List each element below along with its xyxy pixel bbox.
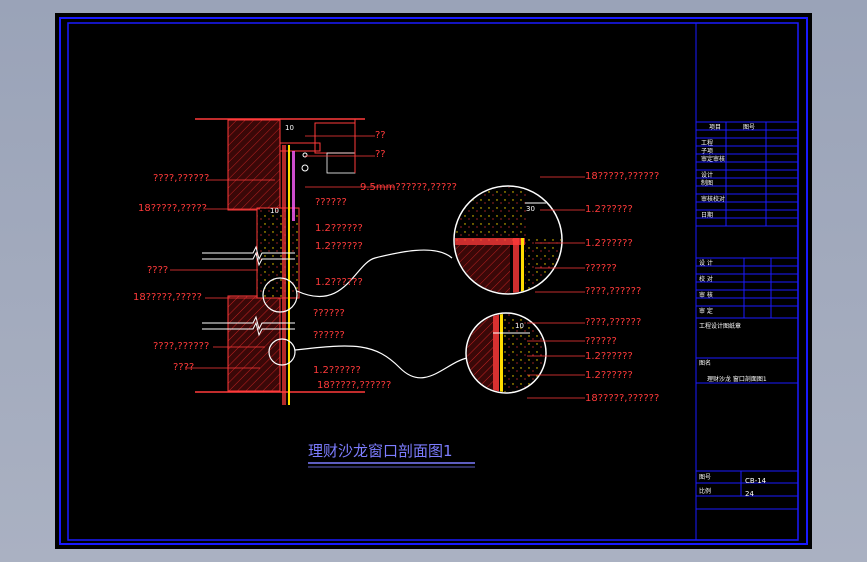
detail-top-label-5: ????,?????? <box>585 286 641 297</box>
tb-drawing-no: CB-14 <box>745 477 767 485</box>
label-left-5: ????,?????? <box>153 341 209 352</box>
detail-1 <box>453 185 563 295</box>
wall-upper <box>227 119 281 211</box>
tb-drawing-name-label: 图名 <box>699 359 711 367</box>
drawing-title-group: 理财沙龙窗口剖面图1 <box>308 442 475 468</box>
label-center-11: 18?????,?????? <box>317 380 391 391</box>
tb-row-7: 日期 <box>701 211 713 219</box>
label-left-3: ???? <box>147 265 168 276</box>
detail-bottom-label-1: ????,?????? <box>585 317 641 328</box>
drawing-sheet: 项目 图号 工程 子项 审定审核 设计 制图 审核校对 日期 设 计 校 对 审… <box>55 13 812 549</box>
tb-mid-2: 校 对 <box>699 275 713 283</box>
labels-center: ?? ?? 9.5mm??????,????? ?????? 1.2??????… <box>313 130 457 391</box>
label-center-10: 1.2?????? <box>313 365 361 376</box>
label-center-4: ?????? <box>315 197 347 208</box>
tb-row-1: 工程 <box>701 139 713 147</box>
detail-top-label-2: 1.2?????? <box>585 204 633 215</box>
tb-mid-3: 审 核 <box>699 291 713 299</box>
label-left-6: ???? <box>173 362 194 373</box>
title-block-header-1: 项目 <box>709 124 721 131</box>
tb-drawing-no-label: 图号 <box>699 474 711 481</box>
label-left-4: 18?????,????? <box>133 292 202 303</box>
tb-row-2: 子项 <box>701 148 713 155</box>
label-center-5: 1.2?????? <box>315 223 363 234</box>
dim-3: 10 <box>285 124 294 132</box>
label-left-2: 18?????,????? <box>138 203 207 214</box>
title-block-header-2: 图号 <box>743 124 755 131</box>
label-center-7: 1.2?????? <box>315 277 363 288</box>
detail-2 <box>465 312 547 394</box>
tb-scale-label: 比例 <box>699 487 711 495</box>
tb-row-4: 设计 <box>701 171 713 179</box>
tb-row-6: 审核校对 <box>701 195 725 203</box>
dim-1: 30 <box>526 205 535 213</box>
tb-row-5: 制图 <box>701 179 713 187</box>
tb-stamp: 工程设计图纸章 <box>699 322 741 330</box>
detail-bottom-label-2: ?????? <box>585 336 617 347</box>
title-block-text: 项目 图号 工程 子项 审定审核 设计 制图 审核校对 日期 设 计 校 对 审… <box>699 124 767 498</box>
detail-top-label-4: ?????? <box>585 263 617 274</box>
cad-viewport[interactable]: 项目 图号 工程 子项 审定审核 设计 制图 审核校对 日期 设 计 校 对 审… <box>0 0 867 562</box>
section-drawing <box>195 118 468 405</box>
label-center-9: ?????? <box>313 330 345 341</box>
labels-detail: 18?????,?????? 1.2?????? 1.2?????? ?????… <box>585 171 659 404</box>
tb-drawing-name: 理财沙龙 窗口剖面图1 <box>707 375 767 383</box>
tb-mid-4: 审 定 <box>699 307 713 315</box>
dim-2: 10 <box>515 322 524 330</box>
drawing-title: 理财沙龙窗口剖面图1 <box>308 442 453 460</box>
label-center-6: 1.2?????? <box>315 241 363 252</box>
tb-scale: 24 <box>745 490 754 498</box>
label-left-1: ????,?????? <box>153 173 209 184</box>
labels-left: ????,?????? 18?????,????? ???? 18?????,?… <box>133 173 209 373</box>
dim-4: 10 <box>270 207 279 215</box>
outer-frame <box>59 17 808 545</box>
detail-bottom-label-3: 1.2?????? <box>585 351 633 362</box>
label-center-2: ?? <box>375 149 386 160</box>
label-center-1: ?? <box>375 130 386 141</box>
detail-top-label-3: 1.2?????? <box>585 238 633 249</box>
label-center-8: ?????? <box>313 308 345 319</box>
detail-top-label-1: 18?????,?????? <box>585 171 659 182</box>
detail-bottom-label-4: 1.2?????? <box>585 370 633 381</box>
tb-row-3: 审定审核 <box>701 155 725 163</box>
tb-mid-1: 设 计 <box>699 259 713 267</box>
label-center-3: 9.5mm??????,????? <box>360 182 457 193</box>
cad-drawing: 项目 图号 工程 子项 审定审核 设计 制图 审核校对 日期 设 计 校 对 审… <box>59 17 808 545</box>
detail-bottom-label-5: 18?????,?????? <box>585 393 659 404</box>
